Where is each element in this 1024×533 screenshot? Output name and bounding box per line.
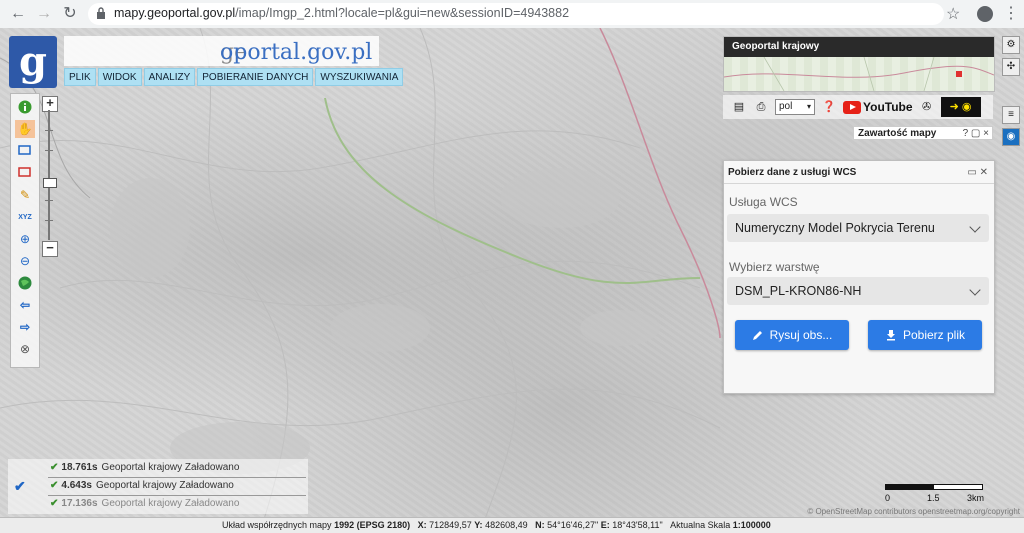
right-side-icons: ⚙ ✣ ≡ ◉ — [1002, 36, 1020, 150]
lock-icon — [97, 7, 105, 19]
divider — [724, 183, 994, 184]
compass-icon[interactable]: ⊗ — [15, 340, 35, 358]
zoom-minus-button[interactable]: − — [42, 241, 58, 257]
previous-view-arrow-icon[interactable]: ⇦ — [15, 296, 35, 314]
status-row: ✔ 18.761s Geoportal krajowy Załadowano — [50, 462, 240, 473]
n-value: 54°16'46,27" — [547, 520, 599, 530]
scale-label: 0 — [885, 493, 891, 503]
legend-icon[interactable]: ▤ — [731, 99, 747, 115]
e-value: 18°43'58,11" — [612, 520, 663, 530]
bookmark-star-icon[interactable]: ☆ — [946, 4, 960, 24]
download-file-button[interactable]: Pobierz plik — [868, 320, 982, 350]
status-row: ✔ 4.643s Geoportal krajowy Załadowano — [50, 480, 234, 491]
zoom-slider-handle[interactable] — [43, 178, 57, 188]
chevron-down-icon — [969, 284, 981, 296]
globe-full-extent-icon[interactable] — [15, 274, 35, 292]
scale-bar-graphic — [885, 484, 983, 490]
check-icon: ✔ — [14, 478, 26, 494]
map-content-header[interactable]: Zawartość mapy ? ▢ × — [853, 126, 993, 140]
divider — [48, 495, 306, 496]
e-label: E: — [600, 520, 610, 530]
layers-icon[interactable]: ⚙ — [1002, 36, 1020, 54]
info-icon[interactable] — [15, 98, 35, 116]
y-value: 482608,49 — [485, 520, 528, 530]
menu-analizy[interactable]: ANALIZY — [143, 68, 196, 86]
crs-value: 1992 (EPSG 2180) — [334, 520, 411, 530]
y-label: Y: — [474, 520, 483, 530]
chevron-down-icon — [969, 221, 981, 233]
menu-plik[interactable]: PLIK — [64, 68, 96, 86]
scale-label: 1.5 — [927, 493, 940, 503]
layer-select[interactable]: DSM_PL-KRON86-NH — [727, 277, 989, 305]
youtube-link[interactable]: YouTube — [843, 100, 913, 114]
clear-selection-icon[interactable] — [15, 164, 35, 182]
print-icon[interactable]: ⎙ — [753, 99, 769, 115]
zoom-tick — [45, 200, 53, 201]
settings-icon[interactable]: ≡ — [1002, 106, 1020, 124]
zoom-tick — [45, 220, 53, 221]
film-reel-icon[interactable]: ✇ — [919, 99, 935, 115]
collapse-icon[interactable]: ✣ — [1002, 58, 1020, 76]
browser-menu-icon[interactable]: ⋮ — [1003, 3, 1019, 23]
logo-letter: g — [19, 38, 47, 85]
language-select[interactable]: pol ▾ — [775, 99, 815, 115]
wcs-panel-title: Pobierz dane z usługi WCS — [728, 167, 857, 178]
zoom-in-icon[interactable]: ⊕ — [15, 230, 35, 248]
status-row: ✔ 17.136s Geoportal krajowy Załadowano — [50, 498, 240, 509]
n-label: N: — [535, 520, 545, 530]
pan-hand-icon[interactable]: ✋ — [15, 120, 35, 138]
next-view-arrow-icon[interactable]: ⇨ — [15, 318, 35, 336]
main-menu: PLIK WIDOK ANALIZY POBIERANIE DANYCH WYS… — [64, 68, 404, 86]
accessibility-eye-button[interactable]: ➜ ◉ — [940, 97, 981, 117]
download-icon — [886, 330, 895, 341]
reload-icon[interactable]: ↻ — [60, 4, 80, 24]
scale-label: 3km — [967, 493, 985, 503]
x-value: 712849,57 — [429, 520, 472, 530]
check-icon: ✔ — [50, 480, 59, 491]
pencil-draw-icon[interactable]: ✎ — [15, 186, 35, 204]
scale-label-text: Aktualna Skala — [670, 520, 731, 530]
browser-toolbar: ← → ↻ mapy.geoportal.gov.pl/imap/Imgp_2.… — [0, 0, 1024, 29]
check-icon: ✔ — [50, 498, 59, 509]
help-icon[interactable]: ❓ — [821, 99, 837, 115]
zoom-tick — [45, 150, 53, 151]
select-rectangle-icon[interactable] — [15, 142, 35, 160]
overview-map[interactable] — [724, 56, 994, 91]
url-text: mapy.geoportal.gov.pl/imap/Imgp_2.html?l… — [114, 6, 570, 20]
map-attribution[interactable]: © OpenStreetMap contributors openstreetm… — [740, 507, 1020, 516]
zoom-plus-button[interactable]: + — [42, 96, 58, 112]
menu-widok[interactable]: WIDOK — [97, 68, 142, 86]
profile-avatar-icon[interactable] — [977, 6, 993, 22]
menu-wyszukiwania[interactable]: WYSZUKIWANIA — [315, 68, 404, 86]
draw-area-button[interactable]: Rysuj obs... — [735, 320, 849, 350]
tool-strip: ▤ ⎙ pol ▾ ❓ YouTube ✇ ➜ ◉ — [723, 95, 993, 119]
divider — [48, 477, 306, 478]
wcs-download-panel: Pobierz dane z usługi WCS ▭ ✕ Usługa WCS… — [723, 160, 995, 394]
pencil-icon — [752, 331, 762, 340]
layer-label: Wybierz warstwę — [729, 260, 820, 274]
x-label: X: — [417, 520, 427, 530]
wcs-window-controls[interactable]: ▭ ✕ — [967, 167, 988, 178]
service-select[interactable]: Numeryczny Model Pokrycia Terenu — [727, 214, 989, 242]
back-arrow-icon[interactable]: ← — [8, 4, 28, 24]
content-panel-controls[interactable]: ? ▢ × — [963, 127, 989, 141]
overview-map-panel[interactable]: Geoportal krajowy — [723, 36, 995, 92]
check-icon: ✔ — [50, 462, 59, 473]
coordinates-status-bar: Układ współrzędnych mapy 1992 (EPSG 2180… — [0, 517, 1024, 533]
crs-label: Układ współrzędnych mapy — [222, 520, 332, 530]
forward-arrow-icon[interactable]: → — [34, 4, 54, 24]
scale-value: 1:100000 — [732, 520, 771, 530]
xyz-coordinates-icon[interactable]: XYZ — [15, 208, 35, 226]
zoom-out-icon[interactable]: ⊖ — [15, 252, 35, 270]
map-tools-toolbar: ✋ ✎ XYZ ⊕ ⊖ ⇦ ⇨ ⊗ — [10, 93, 40, 368]
site-title: ge oportal.gov.pl — [64, 36, 379, 66]
youtube-play-icon — [843, 100, 861, 114]
geoportal-logo[interactable]: g — [9, 36, 57, 88]
overview-title: Geoportal krajowy — [724, 37, 994, 57]
visibility-eye-icon[interactable]: ◉ — [1002, 128, 1020, 146]
zoom-tick — [45, 130, 53, 131]
menu-pobieranie-danych[interactable]: POBIERANIE DANYCH — [197, 68, 314, 86]
service-label: Usługa WCS — [729, 195, 798, 209]
